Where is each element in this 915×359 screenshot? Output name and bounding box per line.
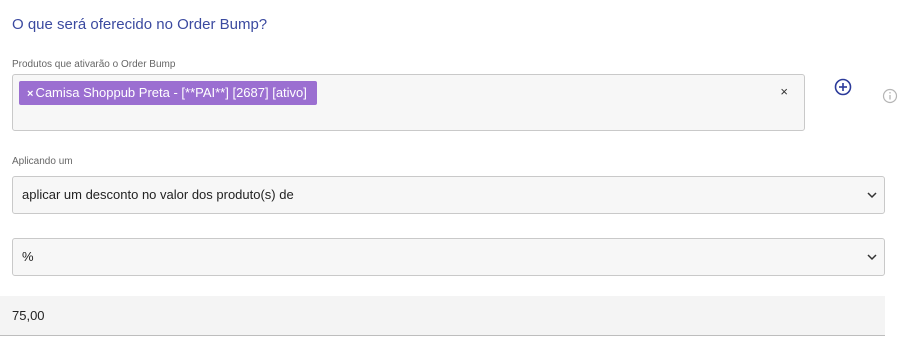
discount-type-value: aplicar um desconto no valor dos produto… [22,187,294,202]
unit-value: % [22,249,34,264]
discount-type-select[interactable]: aplicar um desconto no valor dos produto… [12,176,885,214]
section-title: O que será oferecido no Order Bump? [12,16,268,33]
chevron-down-icon [867,254,877,261]
plus-circle-icon[interactable] [834,78,852,96]
product-tag: × Camisa Shoppub Preta - [**PAI**] [2687]… [19,81,317,105]
tag-remove-button[interactable]: × [27,88,33,100]
applying-label: Aplicando um [12,156,73,167]
products-label: Produtos que ativarão o Order Bump [12,59,176,70]
products-multiselect[interactable]: × Camisa Shoppub Preta - [**PAI**] [2687]… [12,74,805,131]
clear-selection-button[interactable]: × [780,84,788,99]
chevron-down-icon [867,192,877,199]
info-icon[interactable] [882,88,898,104]
discount-value-input[interactable] [0,296,885,336]
unit-select[interactable]: % [12,238,885,276]
product-tag-label: Camisa Shoppub Preta - [**PAI**] [2687] … [35,85,307,100]
